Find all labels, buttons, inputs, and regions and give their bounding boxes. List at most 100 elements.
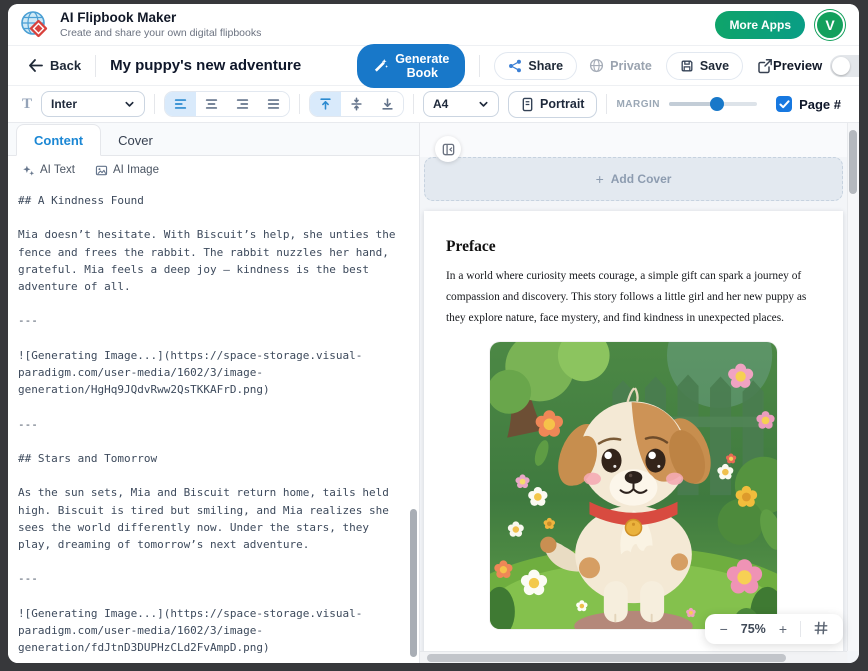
valign-middle-icon [349, 97, 364, 111]
zoom-out-button[interactable]: − [718, 622, 730, 636]
book-page[interactable]: Preface In a world where curiosity meets… [424, 211, 843, 663]
page-size-value: A4 [433, 97, 448, 111]
preview-vertical-scrollbar-thumb[interactable] [849, 130, 857, 194]
preview-top-strip [420, 123, 859, 157]
private-status-button[interactable]: Private [589, 58, 652, 73]
tab-cover[interactable]: Cover [101, 125, 170, 155]
external-link-icon [757, 58, 773, 74]
valign-top-button[interactable] [310, 92, 341, 116]
chevron-down-icon [478, 99, 489, 110]
align-right-icon [235, 97, 250, 111]
typography-icon: T [22, 96, 32, 113]
share-button[interactable]: Share [494, 52, 577, 80]
orientation-button[interactable]: Portrait [508, 91, 597, 118]
editor-content[interactable]: ## A Kindness Found Mia doesn’t hesitate… [18, 192, 409, 656]
back-arrow-icon [28, 59, 43, 72]
app-title: AI Flipbook Maker [60, 10, 261, 26]
preview-vertical-scrollbar[interactable] [847, 123, 859, 651]
generate-book-button[interactable]: Generate Book [357, 44, 465, 88]
screenshot-root: { "app": { "title": "AI Flipbook Maker",… [0, 0, 868, 671]
collapse-panel-button[interactable] [435, 136, 461, 162]
save-icon [680, 59, 694, 73]
margin-slider[interactable] [669, 102, 757, 106]
valign-bottom-icon [380, 97, 395, 111]
panel-collapse-icon [441, 142, 456, 157]
page-number-label: Page # [799, 97, 841, 112]
valign-bottom-button[interactable] [372, 92, 403, 116]
page-number-control[interactable]: Page # [776, 96, 841, 112]
app-logo-icon [20, 10, 50, 40]
editor-tab-bar: Content Cover [8, 123, 419, 156]
page-heading: Preface [446, 238, 821, 256]
user-avatar[interactable]: V [815, 10, 845, 40]
editor-scrollbar-thumb[interactable] [410, 509, 417, 657]
preview-horizontal-scrollbar-thumb[interactable] [427, 654, 786, 662]
divider [800, 621, 801, 637]
app-subtitle: Create and share your own digital flipbo… [60, 27, 261, 39]
align-left-button[interactable] [165, 92, 196, 116]
ai-image-label: AI Image [113, 164, 159, 176]
fit-frame-icon [814, 621, 828, 635]
divider [413, 94, 414, 114]
app-header: AI Flipbook Maker Create and share your … [8, 4, 859, 46]
save-label: Save [700, 59, 729, 73]
plus-icon: + [596, 171, 604, 187]
ai-image-button[interactable]: AI Image [95, 164, 159, 177]
preview-label: Preview [773, 58, 822, 73]
ai-text-button[interactable]: AI Text [22, 164, 75, 177]
share-icon [508, 59, 522, 73]
font-family-select[interactable]: Inter [41, 91, 145, 117]
editor-panel: Content Cover AI Text [8, 123, 420, 663]
preview-toggle[interactable] [830, 55, 859, 77]
share-label: Share [528, 59, 563, 73]
divider [95, 55, 96, 77]
ai-tools-row: AI Text AI Image [8, 156, 419, 184]
align-center-icon [204, 97, 219, 111]
fit-to-frame-button[interactable] [812, 621, 830, 637]
chevron-down-icon [124, 99, 135, 110]
preview-panel: + Add Cover Preface In a world where cur… [420, 123, 859, 663]
document-toolbar: Back My puppy's new adventure Generate B… [8, 46, 859, 86]
align-justify-button[interactable] [258, 92, 289, 116]
add-cover-label: Add Cover [611, 172, 672, 186]
align-justify-icon [266, 97, 281, 111]
align-left-icon [173, 97, 188, 111]
vertical-align-group [309, 91, 404, 117]
preview-horizontal-scrollbar[interactable] [420, 651, 847, 663]
document-title: My puppy's new adventure [110, 57, 301, 74]
page-size-select[interactable]: A4 [423, 91, 499, 117]
add-cover-placeholder[interactable]: + Add Cover [424, 157, 843, 201]
margin-slider-knob[interactable] [710, 97, 724, 111]
app-titles: AI Flipbook Maker Create and share your … [60, 10, 261, 40]
open-external-button[interactable] [757, 58, 773, 74]
markdown-editor[interactable]: ## A Kindness Found Mia doesn’t hesitate… [8, 184, 419, 663]
zoom-controls: − 75% + [705, 614, 843, 644]
divider [299, 94, 300, 114]
divider [606, 94, 607, 114]
zoom-in-button[interactable]: + [777, 622, 789, 636]
align-right-button[interactable] [227, 92, 258, 116]
divider [154, 94, 155, 114]
valign-top-icon [318, 97, 333, 111]
private-label: Private [610, 59, 652, 73]
puppy-illustration [490, 342, 777, 629]
valign-middle-button[interactable] [341, 92, 372, 116]
app-window: AI Flipbook Maker Create and share your … [8, 4, 859, 663]
text-align-group [164, 91, 290, 117]
page-number-checkbox[interactable] [776, 96, 792, 112]
back-button[interactable]: Back [28, 58, 81, 73]
back-label: Back [50, 58, 81, 73]
more-apps-button[interactable]: More Apps [715, 11, 805, 39]
preview-control: Preview [773, 55, 859, 77]
save-button[interactable]: Save [666, 52, 743, 80]
tab-content[interactable]: Content [16, 124, 101, 156]
ai-text-label: AI Text [40, 164, 75, 176]
orientation-label: Portrait [540, 97, 584, 111]
main-area: Content Cover AI Text [8, 123, 859, 663]
format-toolbar: T Inter [8, 86, 859, 123]
zoom-level-value: 75% [741, 622, 766, 636]
globe-icon [589, 58, 604, 73]
toggle-knob [832, 57, 850, 75]
generate-book-label: Generate Book [395, 52, 449, 80]
align-center-button[interactable] [196, 92, 227, 116]
